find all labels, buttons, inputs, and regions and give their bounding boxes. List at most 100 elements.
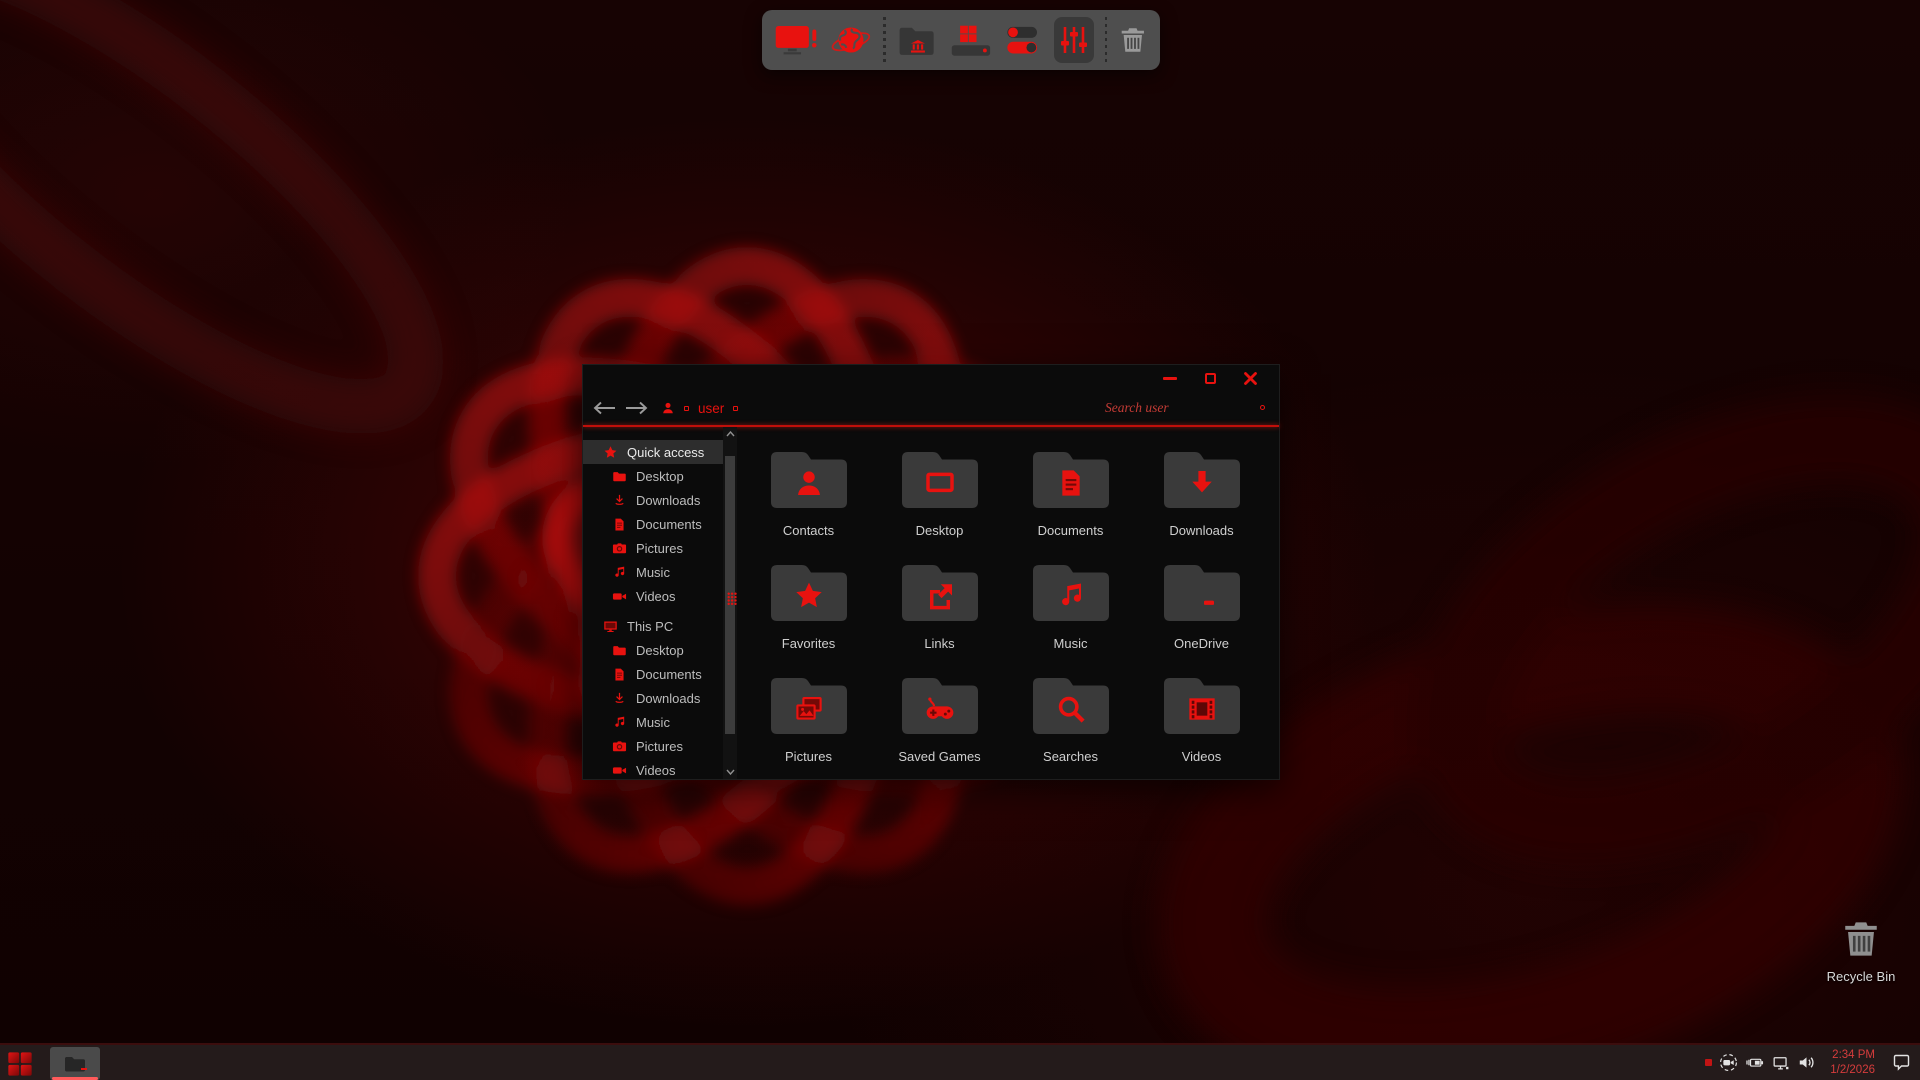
battery-charging-icon[interactable]: [1745, 1053, 1764, 1072]
gamepad-icon: [924, 693, 956, 725]
sidebar-item-documents[interactable]: Documents: [583, 512, 723, 536]
sidebar-item-music-pc[interactable]: Music: [583, 710, 723, 734]
desktop: Recycle Bin user Quick access: [0, 0, 1920, 1080]
sidebar-item-downloads-pc[interactable]: Downloads: [583, 686, 723, 710]
breadcrumb-location[interactable]: user: [698, 401, 724, 416]
sidebar-item-desktop[interactable]: Desktop: [583, 464, 723, 488]
recycle-bin[interactable]: Recycle Bin: [1806, 918, 1916, 984]
music-icon: [612, 715, 627, 730]
folder-item-saved-games[interactable]: Saved Games: [874, 670, 1005, 764]
minimize-button[interactable]: [1163, 377, 1177, 380]
sidebar-label: This PC: [627, 619, 673, 634]
favorites-icon: [793, 580, 825, 612]
system-drive-icon[interactable]: [950, 20, 992, 60]
network-icon[interactable]: [1771, 1053, 1790, 1072]
sidebar-label: Music: [636, 715, 670, 730]
monitor-icon: [603, 619, 618, 634]
recycle-bin-label: Recycle Bin: [1806, 969, 1916, 984]
search-box[interactable]: [1105, 391, 1271, 425]
sidebar-item-desktop-pc[interactable]: Desktop: [583, 638, 723, 662]
explorer-body: Quick access Desktop Downloads Documents…: [583, 427, 1279, 779]
sidebar-item-videos[interactable]: Videos: [583, 584, 723, 608]
sidebar-item-downloads[interactable]: Downloads: [583, 488, 723, 512]
scrollbar-grip-icon: [727, 592, 737, 605]
sidebar-label: Videos: [636, 763, 676, 778]
folder-label: OneDrive: [1174, 636, 1229, 651]
folder-label: Favorites: [782, 636, 835, 651]
folder-item-favorites[interactable]: Favorites: [743, 557, 874, 651]
folder-item-onedrive[interactable]: OneDrive: [1136, 557, 1267, 651]
folder-item-documents[interactable]: Documents: [1005, 444, 1136, 538]
trash-icon[interactable]: [1118, 22, 1148, 58]
sliders-icon[interactable]: [1054, 17, 1094, 63]
notification-center-icon[interactable]: [1891, 1052, 1912, 1073]
folder-item-links[interactable]: Links: [874, 557, 1005, 651]
recycle-bin-icon: [1840, 918, 1882, 960]
folder-icon: [63, 1052, 87, 1076]
start-button[interactable]: [6, 1050, 34, 1078]
folder-label: Documents: [1038, 523, 1104, 538]
volume-icon[interactable]: [1797, 1053, 1816, 1072]
meet-now-icon[interactable]: [1719, 1053, 1738, 1072]
back-icon[interactable]: [591, 401, 617, 415]
folder-label: Searches: [1043, 749, 1098, 764]
sidebar-label: Documents: [636, 667, 702, 682]
globe-orbit-icon[interactable]: [830, 18, 872, 62]
folder-accent-mark: [81, 1068, 87, 1070]
sidebar-label: Music: [636, 565, 670, 580]
scroll-down-icon[interactable]: [723, 765, 737, 779]
sidebar-item-this-pc[interactable]: This PC: [583, 614, 723, 638]
sidebar-scrollbar[interactable]: [723, 427, 737, 779]
folder-item-searches[interactable]: Searches: [1005, 670, 1136, 764]
desktop-toolbar: [762, 10, 1160, 70]
clock[interactable]: 2:34 PM 1/2/2026: [1830, 1048, 1875, 1077]
sidebar-item-quick-access[interactable]: Quick access: [583, 440, 723, 464]
folder-item-desktop[interactable]: Desktop: [874, 444, 1005, 538]
documents-icon: [1055, 467, 1087, 499]
folder-bank-icon[interactable]: [897, 20, 939, 60]
music-icon: [1055, 580, 1087, 612]
folder-grid: Contacts Desktop Documents Downloads: [743, 444, 1267, 764]
scroll-up-icon[interactable]: [723, 427, 737, 441]
folder-item-pictures[interactable]: Pictures: [743, 670, 874, 764]
sidebar-item-pictures[interactable]: Pictures: [583, 536, 723, 560]
video-icon: [612, 589, 627, 604]
file-explorer-task-button[interactable]: [50, 1047, 100, 1080]
folder-icon: [612, 643, 627, 658]
search-indicator-icon: [1260, 405, 1265, 410]
folder-label: Links: [924, 636, 954, 651]
sidebar-item-documents-pc[interactable]: Documents: [583, 662, 723, 686]
display-alert-icon[interactable]: [774, 19, 819, 61]
toggles-icon[interactable]: [1003, 21, 1043, 59]
sidebar-item-pictures-pc[interactable]: Pictures: [583, 734, 723, 758]
folder-label: Videos: [1182, 749, 1222, 764]
tray-overflow-icon[interactable]: [1705, 1059, 1712, 1066]
camera-icon: [612, 541, 627, 556]
close-icon: [1244, 372, 1257, 385]
sidebar-label: Pictures: [636, 739, 683, 754]
folder-item-videos[interactable]: Videos: [1136, 670, 1267, 764]
sidebar-item-music[interactable]: Music: [583, 560, 723, 584]
video-icon: [612, 763, 627, 778]
maximize-button[interactable]: [1205, 373, 1216, 384]
camera-icon: [612, 739, 627, 754]
forward-icon[interactable]: [624, 401, 650, 415]
folder-icon: [612, 469, 627, 484]
desktop-icon: [924, 467, 956, 499]
breadcrumb-separator-icon: [684, 406, 689, 411]
onedrive-icon: [1186, 580, 1218, 612]
scrollbar-thumb[interactable]: [725, 456, 735, 734]
search-input[interactable]: [1105, 400, 1271, 416]
downloads-icon: [1186, 467, 1218, 499]
folder-item-music[interactable]: Music: [1005, 557, 1136, 651]
breadcrumb[interactable]: user: [661, 391, 738, 425]
sidebar-label: Pictures: [636, 541, 683, 556]
title-bar[interactable]: [583, 365, 1279, 391]
toolbar-separator: [1105, 17, 1108, 63]
film-icon: [1186, 693, 1218, 725]
close-button[interactable]: [1244, 372, 1257, 385]
sidebar-label: Documents: [636, 517, 702, 532]
folder-item-contacts[interactable]: Contacts: [743, 444, 874, 538]
folder-item-downloads[interactable]: Downloads: [1136, 444, 1267, 538]
sidebar-item-videos-pc[interactable]: Videos: [583, 758, 723, 782]
